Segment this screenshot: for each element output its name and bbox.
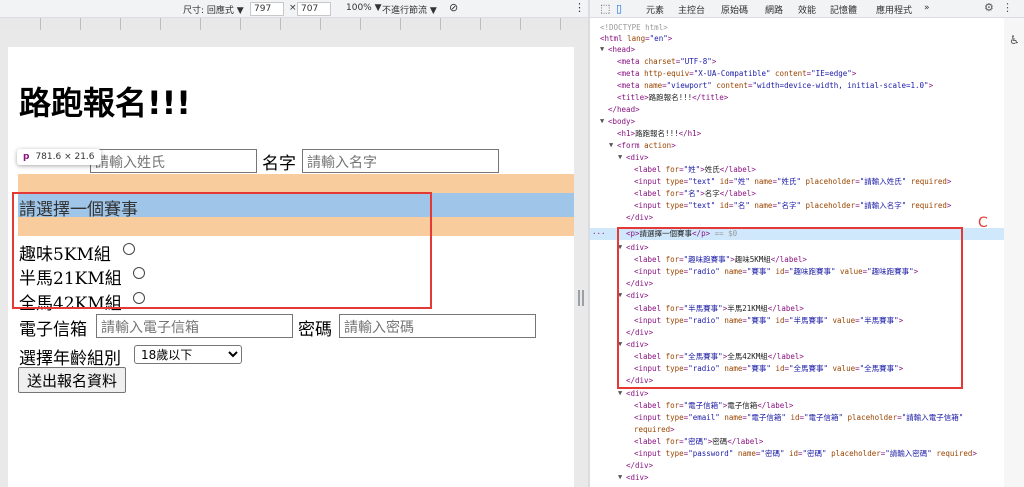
annotation-box-code	[617, 227, 963, 389]
page-title: 路跑報名!!!	[19, 84, 191, 122]
tab-memory[interactable]: 記憶體	[830, 3, 857, 16]
annotation-letter: C	[978, 215, 988, 231]
times-sign: ×	[289, 3, 297, 13]
dimensions-dropdown[interactable]: 尺寸: 回應式 ▼	[183, 3, 244, 16]
tab-more[interactable]: »	[924, 3, 930, 13]
dom-line[interactable]: <label for="電子信箱">電子信箱</label>	[634, 400, 793, 411]
tooltip-tag: p	[23, 152, 30, 162]
age-group-select[interactable]: 18歲以下	[134, 345, 242, 364]
dom-ellipsis[interactable]: ···	[592, 228, 606, 239]
dom-line[interactable]: </div>	[626, 212, 653, 223]
more-menu-icon[interactable]: ⋮	[1002, 2, 1013, 14]
email-label: 電子信箱	[19, 320, 87, 340]
dom-line[interactable]: <html lang="en">	[600, 33, 672, 44]
tab-application[interactable]: 應用程式	[876, 3, 912, 16]
surname-input[interactable]: 請輸入姓氏	[90, 149, 257, 173]
dom-line[interactable]: <title>路跑報名!!!</title>	[617, 92, 728, 103]
tab-sources[interactable]: 原始碼	[721, 3, 748, 16]
collapse-triangle-icon[interactable]: ▼	[609, 141, 613, 149]
media-query-ruler	[0, 18, 588, 30]
submit-button[interactable]: 送出報名資料	[18, 367, 127, 393]
dom-line[interactable]: <input type="email" name="電子信箱" id="電子信箱…	[634, 412, 963, 423]
password-input[interactable]: 請輸入密碼	[339, 314, 536, 338]
collapse-triangle-icon[interactable]: ▼	[600, 117, 604, 125]
tab-elements[interactable]: 元素	[646, 3, 664, 16]
email-input[interactable]: 請輸入電子信箱	[96, 314, 293, 338]
dom-line[interactable]: <meta charset="UTF-8">	[617, 56, 716, 67]
dom-line[interactable]: <label for="密碼">密碼</label>	[634, 436, 763, 447]
dom-line[interactable]: <h1>路跑報名!!!</h1>	[617, 128, 701, 139]
dom-line[interactable]: </head>	[608, 104, 640, 115]
dom-line[interactable]: <input type="text" id="姓" name="姓氏" plac…	[634, 176, 951, 187]
more-options-icon[interactable]: ⋮	[574, 1, 585, 14]
tab-performance[interactable]: 效能	[798, 3, 816, 16]
element-size-tooltip: p 781.6 × 21.6	[17, 149, 101, 165]
dom-line[interactable]: <label for="姓">姓氏</label>	[634, 164, 756, 175]
dom-line[interactable]: <head>	[608, 44, 635, 55]
dom-line[interactable]: <meta http-equiv="X-UA-Compatible" conte…	[617, 68, 856, 79]
resize-grip-icon[interactable]	[578, 290, 584, 306]
tooltip-size: 781.6 × 21.6	[35, 152, 95, 162]
dom-line[interactable]: <div>	[626, 388, 649, 399]
settings-icon[interactable]: ⚙	[984, 2, 994, 14]
age-group-label: 選擇年齡組別	[19, 349, 121, 369]
collapse-triangle-icon[interactable]: ▼	[618, 153, 622, 161]
dom-line[interactable]: <body>	[608, 116, 635, 127]
height-input[interactable]: 707	[297, 2, 331, 16]
tab-network[interactable]: 網路	[765, 3, 783, 16]
dom-line[interactable]: <input type="password" name="密碼" id="密碼"…	[634, 448, 977, 459]
dom-line[interactable]: required>	[634, 424, 675, 435]
devtools-side-strip: ♿	[1004, 18, 1024, 487]
devtools-tabbar: ⬚ ▯ 元素 主控台 原始碼 網路 效能 記憶體 應用程式 » ⚙ ⋮	[590, 0, 1024, 18]
tab-console[interactable]: 主控台	[678, 3, 705, 16]
width-input[interactable]: 797	[250, 2, 284, 16]
throttle-dropdown[interactable]: 不進行節流 ▼	[382, 3, 437, 16]
dom-line[interactable]: <!DOCTYPE html>	[600, 22, 668, 33]
collapse-triangle-icon[interactable]: ▼	[618, 473, 622, 481]
rotate-icon[interactable]: ⊘	[449, 1, 458, 14]
dom-line[interactable]: </div>	[626, 460, 653, 471]
name-input[interactable]: 請輸入名字	[302, 149, 499, 173]
dom-line[interactable]: <div>	[626, 152, 649, 163]
device-toolbar: 尺寸: 回應式 ▼ 797 × 707 100% ▼ 不進行節流 ▼ ⊘ ⋮	[0, 0, 588, 18]
accessibility-icon[interactable]: ♿	[1009, 34, 1020, 46]
zoom-dropdown[interactable]: 100% ▼	[346, 3, 382, 13]
dom-line[interactable]: <input type="text" id="名" name="名字" plac…	[634, 200, 951, 211]
collapse-triangle-icon[interactable]: ▼	[618, 389, 622, 397]
collapse-triangle-icon[interactable]: ▼	[600, 45, 604, 53]
dom-line[interactable]: <div>	[626, 472, 649, 483]
dom-line[interactable]: <label for="名">名字</label>	[634, 188, 756, 199]
device-toggle-icon[interactable]: ▯	[616, 3, 622, 15]
annotation-box-radios	[12, 192, 432, 309]
password-label: 密碼	[298, 320, 332, 340]
name-label: 名字	[262, 154, 296, 174]
inspect-icon[interactable]: ⬚	[600, 3, 610, 15]
dom-line[interactable]: <form action>	[617, 140, 676, 151]
dom-line[interactable]: <meta name="viewport" content="width=dev…	[617, 80, 933, 91]
